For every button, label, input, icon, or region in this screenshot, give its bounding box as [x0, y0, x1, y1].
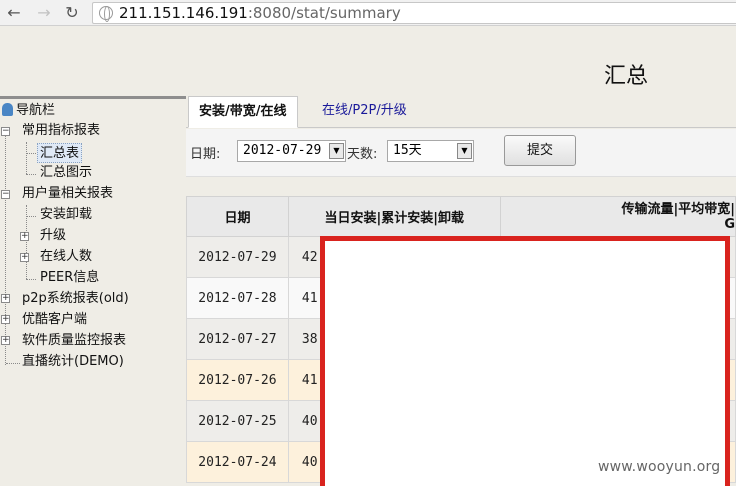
tree-connector [26, 174, 36, 175]
date-value: 2012-07-29 [243, 143, 322, 158]
cell-date: 2012-07-26 [186, 359, 289, 401]
days-value: 15天 [393, 143, 422, 158]
page-title: 汇总 [604, 64, 649, 89]
sidebar-group-users[interactable]: 用户量相关报表 [22, 184, 113, 204]
sidebar-group-quality[interactable]: 软件质量监控报表 [22, 331, 126, 351]
date-label: 日期: [190, 147, 221, 162]
browser-toolbar: ← → ↻ 211.151.146.191:8080/stat/summary [0, 0, 736, 26]
sidebar-item-live-stats[interactable]: 直播统计(DEMO) [22, 352, 124, 372]
expand-icon[interactable]: + [1, 294, 10, 303]
tree-connector [6, 363, 20, 364]
back-arrow-icon[interactable]: ← [4, 3, 24, 23]
watermark: www.wooyun.org [598, 459, 721, 475]
sidebar-group-p2p[interactable]: p2p系统报表(old) [22, 289, 129, 309]
tab-install-bandwidth-online[interactable]: 安装/带宽/在线 [188, 96, 298, 128]
forward-arrow-icon[interactable]: → [34, 3, 54, 23]
reload-icon[interactable]: ↻ [62, 3, 82, 23]
tree-connector [26, 153, 36, 154]
days-select[interactable]: 15天 ▼ [387, 140, 474, 162]
dropdown-arrow-icon[interactable]: ▼ [329, 143, 344, 159]
sidebar-group-common[interactable]: 常用指标报表 [22, 121, 100, 141]
expand-icon[interactable]: + [20, 232, 29, 241]
days-label: 天数: [347, 147, 378, 162]
cell-date: 2012-07-25 [186, 400, 289, 442]
tab-bar: 安装/带宽/在线 在线/P2P/升级 [186, 94, 736, 128]
sidebar-item-online[interactable]: 在线人数 [40, 247, 92, 267]
sidebar-group-youku[interactable]: 优酷客户端 [22, 310, 87, 330]
expand-collapse-icon[interactable]: − [1, 127, 10, 136]
dropdown-arrow-icon[interactable]: ▼ [457, 143, 472, 159]
redaction-box [320, 236, 730, 486]
submit-button[interactable]: 提交 [504, 135, 576, 166]
address-bar[interactable]: 211.151.146.191:8080/stat/summary [92, 2, 736, 24]
tree-connector [5, 127, 6, 365]
date-select[interactable]: 2012-07-29 ▼ [237, 140, 346, 162]
navigation-icon [2, 103, 13, 116]
table-header-row: 日期 当日安装|累计安装|卸载 传输流量|平均带宽| G [186, 196, 736, 237]
column-header-install[interactable]: 当日安装|累计安装|卸载 [287, 196, 501, 237]
address-url: 211.151.146.191:8080/stat/summary [119, 4, 401, 22]
cell-date: 2012-07-29 [186, 236, 289, 278]
sidebar-item-summary-table[interactable]: 汇总表 [37, 143, 83, 163]
column-header-traffic[interactable]: 传输流量|平均带宽| G [499, 196, 736, 237]
sidebar-item-upgrade[interactable]: 升级 [40, 226, 66, 246]
globe-icon [99, 6, 113, 22]
expand-icon[interactable]: + [1, 315, 10, 324]
expand-collapse-icon[interactable]: − [1, 190, 10, 199]
cell-date: 2012-07-28 [186, 277, 289, 319]
column-header-traffic-unit: G [724, 216, 735, 232]
tree-connector [26, 279, 36, 280]
cell-date: 2012-07-24 [186, 441, 289, 483]
tab-online-p2p-upgrade[interactable]: 在线/P2P/升级 [312, 96, 417, 128]
expand-icon[interactable]: + [20, 253, 29, 262]
sidebar-item-install[interactable]: 安装卸载 [40, 205, 92, 225]
column-header-traffic-label: 传输流量|平均带宽| [621, 201, 735, 217]
column-header-date[interactable]: 日期 [186, 196, 289, 237]
tree-connector [26, 216, 36, 217]
expand-icon[interactable]: + [1, 336, 10, 345]
sidebar-item-summary-chart[interactable]: 汇总图示 [40, 163, 92, 183]
sidebar-root-label: 导航栏 [16, 103, 56, 118]
sidebar-item-peer[interactable]: PEER信息 [40, 268, 99, 288]
cell-date: 2012-07-27 [186, 318, 289, 360]
tree-connector [26, 142, 27, 174]
filter-bar: 日期: 2012-07-29 ▼ 天数: 15天 ▼ 提交 [186, 129, 736, 177]
